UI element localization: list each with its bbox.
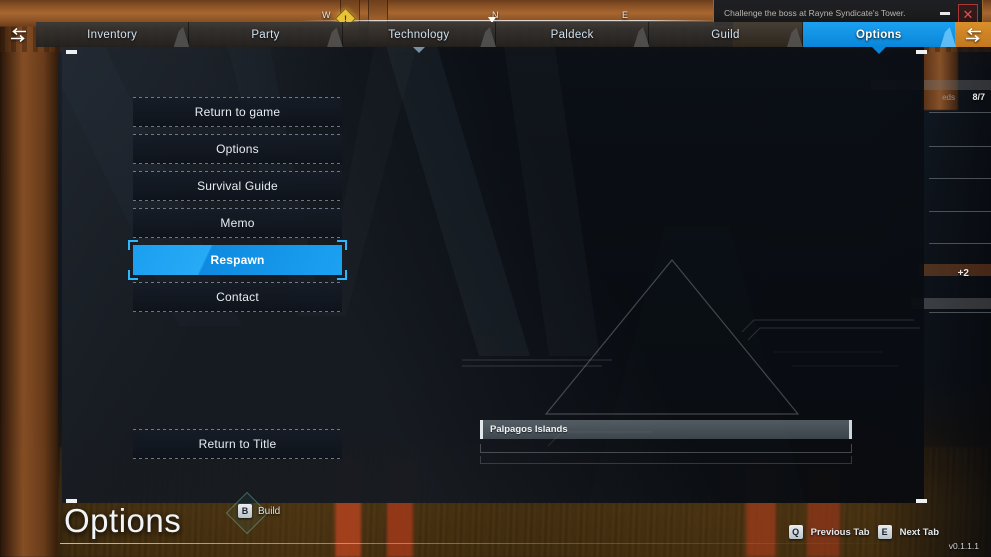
location-right-bar <box>849 420 852 439</box>
build-label: Build <box>258 505 281 517</box>
panel-corner-dash-tr <box>916 50 927 54</box>
selection-bracket-icon <box>337 240 347 250</box>
tab-pointer-icon <box>412 47 425 53</box>
compass-direction-e: E <box>622 10 629 20</box>
button-edge <box>133 237 342 238</box>
tab-label: Options <box>856 28 902 41</box>
tab-label: Paldeck <box>550 28 594 41</box>
quest-toast-text: Challenge the boss at Rayne Syndicate's … <box>724 8 906 18</box>
cabin-beam-left <box>0 0 58 557</box>
tab-options[interactable]: Options <box>802 22 955 54</box>
hud-bonus-bar <box>919 264 991 276</box>
page-title-underline <box>60 543 900 544</box>
menu-item-label: Contact <box>216 290 259 304</box>
button-edge <box>133 311 342 312</box>
options-menu: Return to game Options Survival Guide Me… <box>128 97 347 319</box>
menu-item-label: Respawn <box>210 253 265 267</box>
key-b: B <box>238 504 252 518</box>
decorative-circuit-lines <box>462 319 920 447</box>
menu-item-respawn[interactable]: Respawn <box>128 240 347 280</box>
toast-dash-marker <box>940 12 950 15</box>
hud-slot-line <box>929 178 991 179</box>
selection-bracket-icon <box>337 270 347 280</box>
location-name: Palpagos Islands <box>490 424 568 435</box>
key-q[interactable]: Q <box>788 525 803 539</box>
tab-technology[interactable]: Technology <box>342 22 496 53</box>
hud-slot-line <box>929 312 991 313</box>
options-panel: Return to game Options Survival Guide Me… <box>62 46 924 503</box>
tab-label: Inventory <box>87 28 138 41</box>
build-prompt[interactable]: B Build <box>238 504 280 518</box>
hud-slot-line <box>929 146 991 147</box>
swap-left-icon[interactable] <box>0 22 36 47</box>
hud-slot-line <box>929 112 991 113</box>
tab-pointer-icon <box>871 47 886 54</box>
key-e[interactable]: E <box>877 525 892 539</box>
tab-guild[interactable]: Guild <box>649 22 803 47</box>
menu-item-label: Options <box>216 142 259 156</box>
hud-count-value: 8/7 <box>972 92 985 102</box>
button-edge <box>133 200 342 201</box>
button-edge <box>133 282 342 283</box>
button-edge <box>133 458 342 459</box>
location-left-bar <box>480 420 483 439</box>
tab-bar: Inventory Party Technology Paldeck Guild… <box>0 22 991 54</box>
hud-count-label: eds <box>942 93 955 102</box>
previous-tab-label: Previous Tab <box>810 526 870 538</box>
page-title: Options <box>64 502 182 539</box>
compass-line <box>300 20 720 21</box>
tab-label: Guild <box>711 28 740 41</box>
button-edge <box>133 163 342 164</box>
menu-item-survival-guide[interactable]: Survival Guide <box>133 171 342 201</box>
return-to-title-wrap: Return to Title <box>133 429 342 466</box>
location-sub-frame-1 <box>480 444 852 453</box>
menu-item-label: Memo <box>220 216 255 230</box>
menu-item-options[interactable]: Options <box>133 134 342 164</box>
hud-slot-line <box>929 243 991 244</box>
button-edge <box>133 126 342 127</box>
tab-paldeck[interactable]: Paldeck <box>495 22 650 47</box>
selection-bracket-icon <box>128 270 138 280</box>
menu-item-label: Return to game <box>194 105 281 119</box>
hud-slot-line <box>929 211 991 212</box>
button-edge <box>133 208 342 209</box>
location-field: Palpagos Islands <box>480 420 852 439</box>
menu-item-return-to-title[interactable]: Return to Title <box>133 429 342 459</box>
next-tab-label: Next Tab <box>899 526 939 538</box>
key-hints: Q Previous Tab E Next Tab <box>788 525 939 539</box>
menu-item-memo[interactable]: Memo <box>133 208 342 238</box>
button-edge <box>133 97 342 98</box>
tab-label: Technology <box>388 28 450 41</box>
selection-bracket-icon <box>128 240 138 250</box>
tab-party[interactable]: Party <box>189 22 343 47</box>
tab-label: Party <box>251 28 280 41</box>
tab-inventory[interactable]: Inventory <box>36 22 190 47</box>
panel-corner-dash-br <box>916 499 927 503</box>
menu-item-label: Return to Title <box>198 437 277 451</box>
location-sub-frame-2 <box>480 456 852 464</box>
button-edge <box>133 171 342 172</box>
hud-bonus-value: +2 <box>957 268 969 279</box>
swap-right-icon[interactable] <box>955 22 991 47</box>
button-edge <box>133 134 342 135</box>
menu-item-label: Survival Guide <box>197 179 278 193</box>
version-label: v0.1.1.1 <box>948 541 979 551</box>
compass-direction-w: W <box>322 10 331 20</box>
menu-item-contact[interactable]: Contact <box>133 282 342 312</box>
tab-list: Inventory Party Technology Paldeck Guild… <box>36 22 955 54</box>
close-icon[interactable]: ✕ <box>958 4 978 24</box>
menu-item-return-to-game[interactable]: Return to game <box>133 97 342 127</box>
panel-corner-dash-tl <box>66 50 77 54</box>
button-edge <box>133 429 342 430</box>
